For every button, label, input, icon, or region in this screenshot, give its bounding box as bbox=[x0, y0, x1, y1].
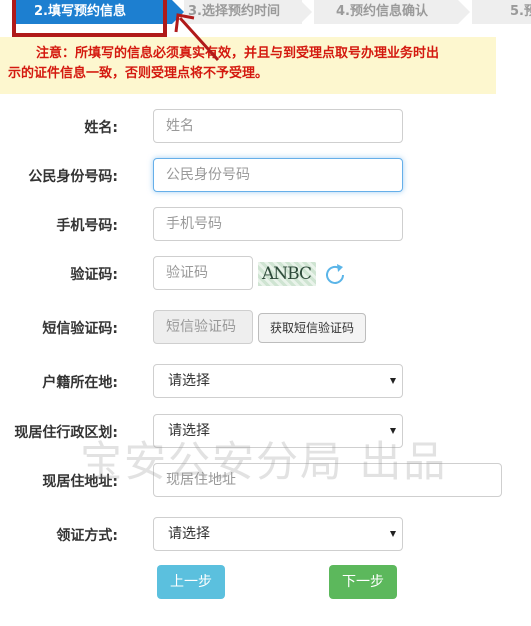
district-selected-value: 请选择 bbox=[168, 423, 210, 439]
household-selected-value: 请选择 bbox=[168, 373, 210, 389]
pickup-method-select[interactable]: 请选择 bbox=[153, 517, 403, 551]
notice-line-1: 注意：所填写的信息必须真实有效，并且与到受理点取号办理业务时出 bbox=[36, 46, 440, 61]
captcha-label: 验证码: bbox=[70, 267, 118, 283]
name-input[interactable]: 姓名 bbox=[153, 109, 403, 143]
get-sms-code-button[interactable]: 获取短信验证码 bbox=[258, 313, 366, 343]
phone-input[interactable]: 手机号码 bbox=[153, 207, 403, 241]
captcha-input[interactable]: 验证码 bbox=[153, 256, 253, 290]
notice-banner: 注意：所填写的信息必须真实有效，并且与到受理点取号办理业务时出 示的证件信息一致… bbox=[0, 37, 496, 94]
sms-code-label: 短信验证码: bbox=[42, 321, 118, 337]
step-next-partial: 5.预 bbox=[472, 0, 531, 24]
household-select[interactable]: 请选择 bbox=[153, 364, 403, 398]
prev-step-button[interactable]: 上一步 bbox=[157, 565, 225, 599]
annotation-highlight-box bbox=[12, 0, 167, 37]
step-chevron bbox=[458, 0, 470, 24]
step-confirm-info: 4.预约信息确认 bbox=[314, 0, 458, 24]
pickup-selected-value: 请选择 bbox=[168, 526, 210, 542]
refresh-icon[interactable] bbox=[322, 262, 348, 288]
sms-code-input[interactable]: 短信验证码 bbox=[153, 310, 253, 344]
address-label: 现居住地址: bbox=[42, 474, 118, 490]
id-number-label: 公民身份号码: bbox=[28, 169, 118, 185]
address-input[interactable]: 现居住地址 bbox=[153, 463, 502, 497]
name-label: 姓名: bbox=[84, 120, 118, 136]
chevron-down-icon bbox=[390, 378, 396, 384]
notice-line-2: 示的证件信息一致，否则受理点将不予受理。 bbox=[8, 66, 269, 81]
step-label: 4.预约信息确认 bbox=[336, 4, 428, 19]
chevron-down-icon bbox=[390, 531, 396, 537]
next-step-button[interactable]: 下一步 bbox=[329, 565, 397, 599]
step-chevron bbox=[300, 0, 312, 24]
captcha-image[interactable]: ANBC bbox=[258, 262, 316, 286]
pickup-method-label: 领证方式: bbox=[56, 528, 118, 544]
district-label: 现居住行政区划: bbox=[14, 425, 118, 441]
phone-label: 手机号码: bbox=[56, 218, 118, 234]
step-label: 5.预 bbox=[510, 4, 531, 19]
chevron-down-icon bbox=[390, 428, 396, 434]
annotation-arrow-icon bbox=[174, 13, 220, 62]
district-select[interactable]: 请选择 bbox=[153, 414, 403, 448]
id-number-input[interactable]: 公民身份号码 bbox=[153, 158, 403, 192]
household-label: 户籍所在地: bbox=[42, 375, 118, 391]
